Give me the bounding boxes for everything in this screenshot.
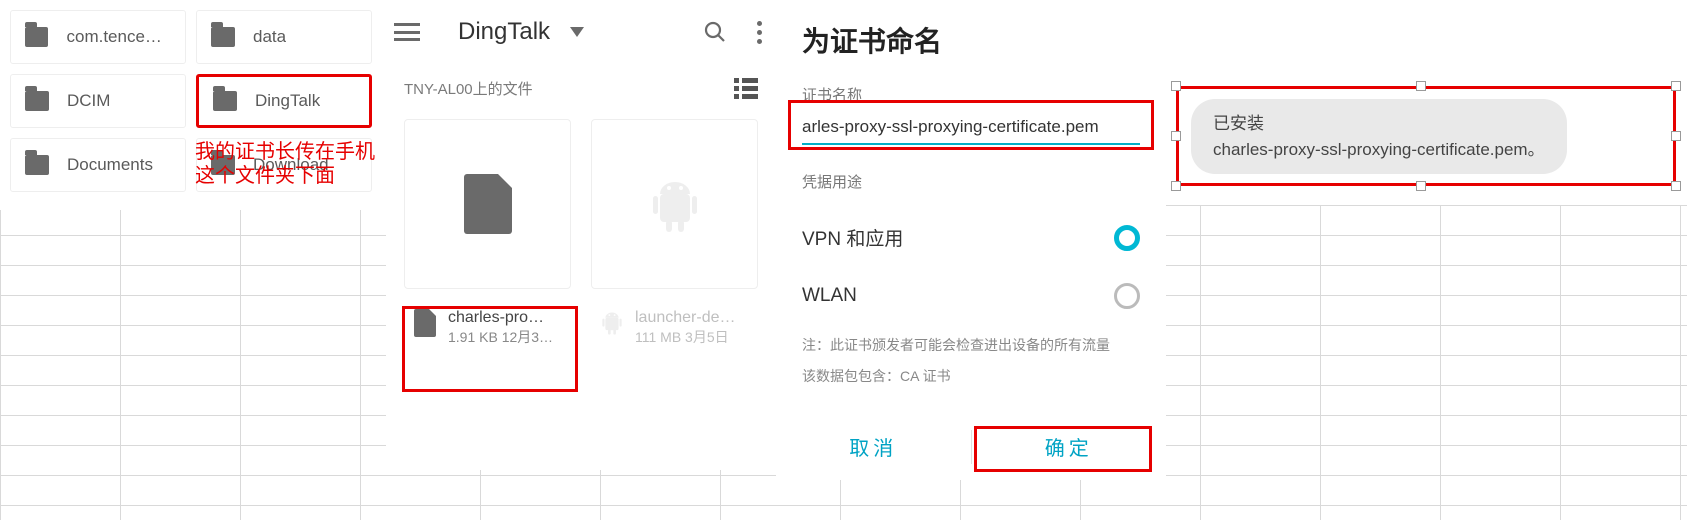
folder-label: data: [253, 27, 286, 47]
confirm-button[interactable]: 确定: [972, 420, 1167, 473]
file-icon: [414, 309, 436, 337]
view-toggle-icon[interactable]: [734, 78, 758, 99]
folder-icon: [213, 91, 237, 111]
file-preview-card[interactable]: [591, 119, 758, 289]
selection-handle[interactable]: [1416, 81, 1426, 91]
folder-label: DCIM: [67, 91, 110, 111]
cert-note: 注：此证书颁发者可能会检查进出设备的所有流量: [776, 325, 1166, 360]
panel-folder-grid: com.tencent... data DCIM DingTalk Docume…: [0, 0, 386, 210]
toast-line2: charles-proxy-ssl-proxying-certificate.p…: [1213, 140, 1545, 159]
folder-item-dingtalk[interactable]: DingTalk: [196, 74, 372, 128]
dialog-title: 为证书命名: [776, 0, 1166, 84]
toast-line1: 已安装: [1213, 114, 1264, 133]
selection-handle[interactable]: [1671, 181, 1681, 191]
file-preview-card[interactable]: [404, 119, 571, 289]
folder-item[interactable]: com.tencent...: [10, 10, 186, 64]
file-manager-title[interactable]: DingTalk: [458, 18, 550, 46]
overflow-menu-icon[interactable]: [757, 21, 762, 44]
android-icon: [650, 174, 700, 234]
file-item-charles-cert[interactable]: charles-pro… 1.91 KB 12月3…: [404, 299, 571, 361]
selection-handle[interactable]: [1171, 181, 1181, 191]
cert-name-input[interactable]: [802, 111, 1140, 145]
panel-file-manager: DingTalk TNY-AL00上的文件: [386, 0, 776, 470]
selection-handle[interactable]: [1671, 81, 1681, 91]
folder-icon: [25, 155, 49, 175]
cert-note2: 该数据包包含：CA 证书: [776, 360, 1166, 392]
hamburger-icon[interactable]: [394, 23, 420, 41]
search-icon[interactable]: [701, 18, 729, 46]
folder-icon: [211, 27, 235, 47]
highlight-box-toast: 已安装 charles-proxy-ssl-proxying-certifica…: [1176, 86, 1676, 186]
radio-option-wlan[interactable]: WLAN: [782, 267, 1160, 325]
folder-label: com.tencent...: [66, 27, 171, 47]
folder-label: Documents: [67, 155, 153, 175]
folder-icon: [25, 27, 48, 47]
toast-message: 已安装 charles-proxy-ssl-proxying-certifica…: [1191, 99, 1567, 174]
radio-option-vpn-apps[interactable]: VPN 和应用: [782, 208, 1160, 267]
selection-handle[interactable]: [1671, 131, 1681, 141]
radio-label: WLAN: [802, 285, 857, 307]
file-path-label: TNY-AL00上的文件: [404, 78, 533, 99]
folder-icon: [211, 155, 235, 175]
file-item-launcher[interactable]: launcher-de… 111 MB 3月5日: [591, 299, 758, 361]
file-name: charles-pro…: [448, 309, 553, 327]
radio-unchecked-icon: [1114, 283, 1140, 309]
android-icon: [601, 309, 623, 335]
folder-item[interactable]: data: [196, 10, 372, 64]
panel-name-certificate-dialog: 为证书命名 证书名称 凭据用途 VPN 和应用 WLAN 注：此证书颁发者可能会…: [776, 0, 1166, 480]
selection-handle[interactable]: [1416, 181, 1426, 191]
radio-checked-icon: [1114, 225, 1140, 251]
folder-item[interactable]: Download: [196, 138, 372, 192]
radio-label: VPN 和应用: [802, 224, 903, 251]
file-meta: 111 MB 3月5日: [635, 327, 736, 347]
file-icon: [464, 174, 512, 234]
folder-item[interactable]: Documents: [10, 138, 186, 192]
file-name: launcher-de…: [635, 309, 736, 327]
folder-item[interactable]: DCIM: [10, 74, 186, 128]
selection-handle[interactable]: [1171, 81, 1181, 91]
cancel-button[interactable]: 取消: [776, 420, 971, 473]
folder-label: DingTalk: [255, 91, 320, 111]
cert-name-label: 证书名称: [776, 84, 1166, 111]
usage-label: 凭据用途: [776, 145, 1166, 198]
folder-label: Download: [253, 155, 329, 175]
selection-handle[interactable]: [1171, 131, 1181, 141]
file-meta: 1.91 KB 12月3…: [448, 327, 553, 347]
folder-icon: [25, 91, 49, 111]
chevron-down-icon[interactable]: [570, 27, 584, 37]
